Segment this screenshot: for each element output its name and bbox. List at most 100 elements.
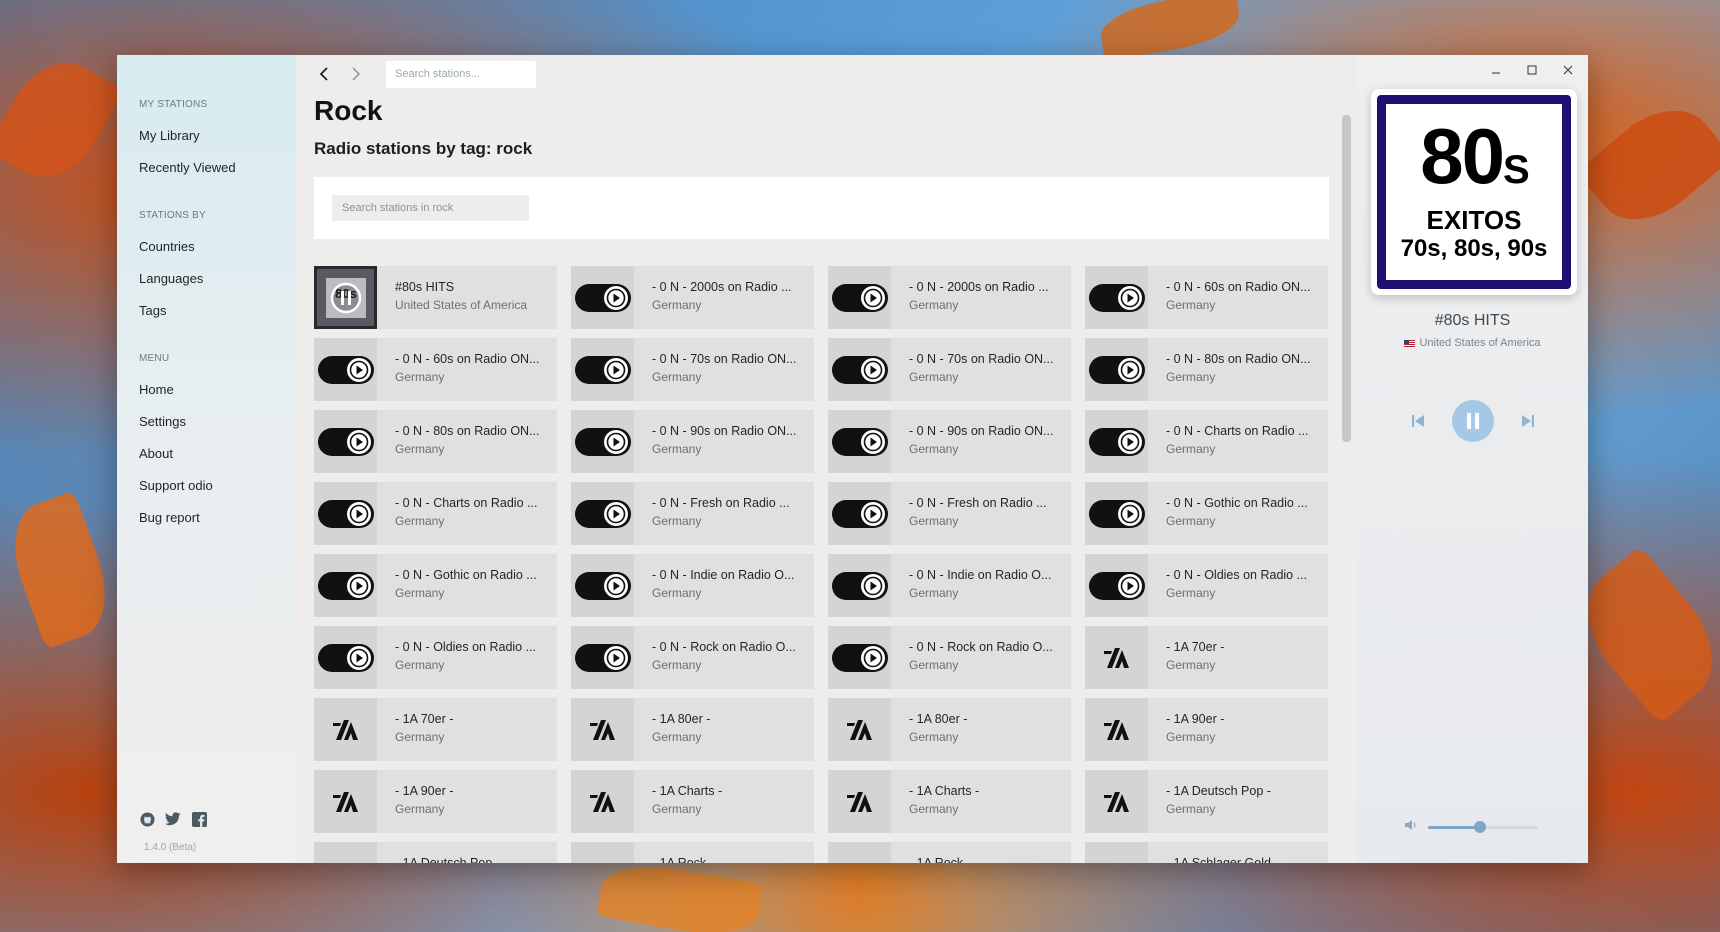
station-card[interactable]: - 1A 70er - Germany: [1085, 626, 1328, 689]
sidebar-item-support[interactable]: Support odio: [117, 470, 296, 502]
station-logo-1a-icon[interactable]: [1085, 698, 1148, 761]
station-logo-play-icon[interactable]: [1085, 554, 1148, 617]
station-card[interactable]: - 1A 90er - Germany: [1085, 698, 1328, 761]
station-card[interactable]: - 0 N - 70s on Radio ON... Germany: [828, 338, 1071, 401]
station-card[interactable]: - 0 N - 70s on Radio ON... Germany: [571, 338, 814, 401]
station-card[interactable]: - 0 N - Indie on Radio O... Germany: [828, 554, 1071, 617]
minimize-icon[interactable]: [1488, 62, 1504, 78]
station-logo-play-icon[interactable]: [571, 482, 634, 545]
station-logo-1a-icon[interactable]: [571, 770, 634, 833]
station-card[interactable]: - 1A Deutsch Pop -Germany: [1085, 770, 1328, 833]
station-logo-play-icon[interactable]: [314, 482, 377, 545]
station-logo-play-icon[interactable]: [314, 626, 377, 689]
station-logo-play-icon[interactable]: [828, 482, 891, 545]
station-logo-playing-icon[interactable]: 80s: [314, 266, 377, 329]
sidebar-item-languages[interactable]: Languages: [117, 263, 296, 295]
sidebar-item-countries[interactable]: Countries: [117, 231, 296, 263]
station-logo-1a-icon[interactable]: [1085, 770, 1148, 833]
station-card[interactable]: - 1A Rock -Germany: [828, 842, 1071, 863]
station-card[interactable]: - 0 N - Oldies on Radio ... Germany: [314, 626, 557, 689]
station-card[interactable]: - 0 N - 90s on Radio ON... Germany: [828, 410, 1071, 473]
station-card[interactable]: - 0 N - Rock on Radio O... Germany: [571, 626, 814, 689]
station-logo-play-icon[interactable]: [571, 410, 634, 473]
station-logo-play-icon[interactable]: [828, 338, 891, 401]
station-logo-play-icon[interactable]: [314, 554, 377, 617]
volume-slider-handle[interactable]: [1473, 820, 1486, 833]
station-card[interactable]: - 1A 90er - Germany: [314, 770, 557, 833]
station-logo-play-icon[interactable]: [314, 338, 377, 401]
forward-button[interactable]: [346, 64, 366, 84]
sidebar-item-home[interactable]: Home: [117, 374, 296, 406]
station-logo-1a-icon[interactable]: [1085, 842, 1148, 863]
station-card[interactable]: - 0 N - Oldies on Radio ... Germany: [1085, 554, 1328, 617]
back-button[interactable]: [314, 64, 334, 84]
volume-icon[interactable]: [1404, 818, 1418, 836]
station-card[interactable]: - 1A Charts - Germany: [571, 770, 814, 833]
sidebar-item-about[interactable]: About: [117, 438, 296, 470]
station-card[interactable]: - 0 N - Charts on Radio ... Germany: [314, 482, 557, 545]
station-logo-play-icon[interactable]: [828, 410, 891, 473]
sidebar-item-recently-viewed[interactable]: Recently Viewed: [117, 152, 296, 184]
station-card[interactable]: - 0 N - Indie on Radio O... Germany: [571, 554, 814, 617]
station-card[interactable]: - 1A 80er - Germany: [828, 698, 1071, 761]
station-logo-play-icon[interactable]: [571, 266, 634, 329]
station-logo-1a-icon[interactable]: [828, 842, 891, 863]
station-card[interactable]: - 0 N - 2000s on Radio ... Germany: [571, 266, 814, 329]
search-input[interactable]: [386, 60, 536, 88]
station-logo-play-icon[interactable]: [1085, 266, 1148, 329]
tag-search-input[interactable]: [332, 195, 529, 221]
pause-button[interactable]: [1451, 400, 1494, 442]
twitter-icon[interactable]: [165, 811, 181, 827]
station-card[interactable]: - 1A Schlager Gold -Germany: [1085, 842, 1328, 863]
station-card[interactable]: - 0 N - 90s on Radio ON... Germany: [571, 410, 814, 473]
station-logo-play-icon[interactable]: [828, 554, 891, 617]
station-card[interactable]: - 1A Charts - Germany: [828, 770, 1071, 833]
station-card[interactable]: - 0 N - 80s on Radio ON... Germany: [1085, 338, 1328, 401]
station-logo-1a-icon[interactable]: [571, 698, 634, 761]
station-logo-play-icon[interactable]: [571, 626, 634, 689]
station-card[interactable]: - 1A 70er - Germany: [314, 698, 557, 761]
station-logo-1a-icon[interactable]: [1085, 626, 1148, 689]
station-logo-1a-icon[interactable]: [828, 770, 891, 833]
station-logo-play-icon[interactable]: [314, 410, 377, 473]
station-card[interactable]: - 0 N - 2000s on Radio ... Germany: [828, 266, 1071, 329]
station-card[interactable]: - 0 N - Fresh on Radio ... Germany: [828, 482, 1071, 545]
sidebar-item-my-library[interactable]: My Library: [117, 120, 296, 152]
station-card[interactable]: - 0 N - Gothic on Radio ... Germany: [314, 554, 557, 617]
station-logo-1a-icon[interactable]: [314, 842, 377, 863]
station-logo-play-icon[interactable]: [1085, 410, 1148, 473]
station-logo-1a-icon[interactable]: [828, 698, 891, 761]
next-button[interactable]: [1516, 409, 1540, 433]
github-icon[interactable]: [139, 811, 155, 827]
sidebar-item-tags[interactable]: Tags: [117, 295, 296, 327]
station-card[interactable]: - 0 N - 60s on Radio ON... Germany: [314, 338, 557, 401]
station-logo-play-icon[interactable]: [571, 338, 634, 401]
station-card[interactable]: - 1A 80er - Germany: [571, 698, 814, 761]
station-logo-play-icon[interactable]: [828, 626, 891, 689]
station-card[interactable]: - 0 N - Charts on Radio ... Germany: [1085, 410, 1328, 473]
close-icon[interactable]: [1560, 62, 1576, 78]
station-card[interactable]: - 0 N - Gothic on Radio ... Germany: [1085, 482, 1328, 545]
sidebar-item-bug-report[interactable]: Bug report: [117, 502, 296, 534]
scrollbar-thumb[interactable]: [1342, 115, 1351, 442]
station-logo-play-icon[interactable]: [571, 554, 634, 617]
station-card[interactable]: - 1A Rock -Germany: [571, 842, 814, 863]
station-card[interactable]: - 0 N - 60s on Radio ON... Germany: [1085, 266, 1328, 329]
station-card[interactable]: - 0 N - 80s on Radio ON... Germany: [314, 410, 557, 473]
station-logo-play-icon[interactable]: [1085, 338, 1148, 401]
station-logo-1a-icon[interactable]: [314, 698, 377, 761]
station-card[interactable]: 80s #80s HITS United States of America: [314, 266, 557, 329]
station-logo-play-icon[interactable]: [828, 266, 891, 329]
volume-slider[interactable]: [1428, 820, 1538, 833]
now-playing-title[interactable]: #80s HITS: [1357, 312, 1588, 330]
maximize-icon[interactable]: [1524, 62, 1540, 78]
sidebar-item-settings[interactable]: Settings: [117, 406, 296, 438]
station-logo-1a-icon[interactable]: [571, 842, 634, 863]
station-logo-1a-icon[interactable]: [314, 770, 377, 833]
station-card[interactable]: - 0 N - Rock on Radio O... Germany: [828, 626, 1071, 689]
station-logo-play-icon[interactable]: [1085, 482, 1148, 545]
station-card[interactable]: - 0 N - Fresh on Radio ... Germany: [571, 482, 814, 545]
station-card[interactable]: - 1A Deutsch Pop -Germany: [314, 842, 557, 863]
previous-button[interactable]: [1406, 409, 1430, 433]
facebook-icon[interactable]: [191, 811, 207, 827]
